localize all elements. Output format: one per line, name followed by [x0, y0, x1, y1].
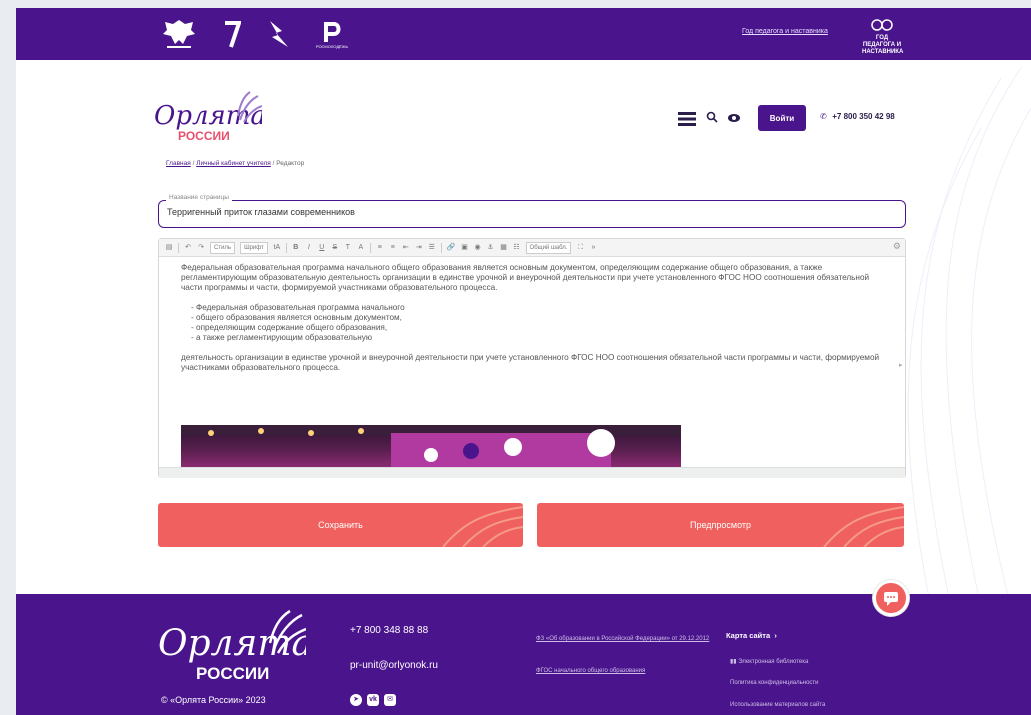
- sitemap-link[interactable]: Карта сайта ›: [726, 631, 777, 640]
- search-icon[interactable]: [706, 111, 718, 123]
- footer-logo-line2: РОССИИ: [196, 664, 269, 683]
- footer-phone[interactable]: +7 800 348 88 88: [350, 625, 428, 636]
- media-icon[interactable]: ◉: [474, 243, 482, 253]
- vk-icon[interactable]: vk: [367, 694, 379, 706]
- mail-icon[interactable]: ✉: [384, 694, 396, 706]
- eye-icon[interactable]: [727, 112, 741, 124]
- r-letter-icon: [324, 21, 341, 42]
- logo-line2: РОССИИ: [178, 129, 230, 143]
- telegram-icon[interactable]: ➤: [350, 694, 362, 706]
- eagle-emblem-icon: [163, 20, 195, 48]
- breadcrumb-cabinet[interactable]: Личный кабинет учителя: [196, 160, 271, 167]
- button-feather-decoration: [442, 506, 523, 547]
- footer-law-link[interactable]: ФЗ «Об образовании в Российской Федераци…: [536, 636, 709, 642]
- bullet-list-icon[interactable]: ≡: [389, 243, 397, 253]
- page-title-field[interactable]: [158, 200, 906, 228]
- header-phone-number: +7 800 350 42 98: [832, 112, 895, 121]
- editor-content[interactable]: Федеральная образовательная программа на…: [181, 263, 881, 373]
- breadcrumb: Главная / Личный кабинет учителя / Редак…: [166, 160, 305, 167]
- footer-fgos-link[interactable]: ФГОС начального общего образования: [536, 668, 645, 674]
- preview-button-label: Предпросмотр: [689, 520, 752, 530]
- list-item: определяющим содержание общего образован…: [191, 323, 881, 333]
- code-icon[interactable]: »: [589, 243, 597, 253]
- page-title-label: Название страницы: [166, 194, 232, 201]
- content-list: Федеральная образовательная программа на…: [181, 303, 881, 343]
- list-item: общего образования является основным док…: [191, 313, 881, 323]
- eagle-emblem-logo[interactable]: [156, 16, 202, 52]
- list-item: Федеральная образовательная программа на…: [191, 303, 881, 313]
- indent-icon[interactable]: ⇥: [415, 243, 423, 253]
- teacher-year-brand-text: ГОД ПЕДАГОГА И НАСТАВНИКА: [862, 35, 904, 55]
- header-phone[interactable]: ✆ +7 800 350 42 98: [820, 112, 895, 121]
- top-bar: РОСМОЛОДЁЖЬ Год педагога и наставника ГО…: [16, 8, 1031, 60]
- link-icon[interactable]: 🔗: [447, 243, 456, 253]
- list-item: а также регламентирующим образовательную: [191, 333, 881, 343]
- font-size-icon[interactable]: tA: [273, 243, 281, 253]
- outdent-icon[interactable]: ⇤: [402, 243, 410, 253]
- undo-icon[interactable]: ↶: [184, 243, 192, 253]
- chevron-right-icon: ›: [772, 631, 777, 640]
- rosmolodezh-logo[interactable]: РОСМОЛОДЁЖЬ: [312, 16, 352, 52]
- redo-icon[interactable]: ↷: [197, 243, 205, 253]
- rich-text-editor[interactable]: ▤ ↶ ↷ Стиль Шрифт tA B I U S T A ≡ ≡ ⇤ ⇥…: [158, 238, 906, 478]
- footer-logo[interactable]: Орлята РОССИИ: [156, 609, 306, 689]
- menu-icon[interactable]: [678, 112, 696, 126]
- materials-link[interactable]: Использование материалов сайта: [730, 702, 825, 708]
- seven-icon: [225, 21, 241, 48]
- breadcrumb-current: Редактор: [276, 160, 305, 167]
- logo-line1: Орлята: [154, 101, 262, 131]
- seven-logo[interactable]: [222, 16, 242, 52]
- page: РОСМОЛОДЁЖЬ Год педагога и наставника ГО…: [16, 8, 1031, 715]
- library-link-label: Электронная библиотека: [738, 659, 809, 665]
- stage-photo-illustration: [181, 425, 681, 467]
- fullscreen-icon[interactable]: ⛶: [576, 243, 584, 253]
- image-icon[interactable]: ▣: [461, 243, 469, 253]
- editor-statusbar[interactable]: [159, 467, 905, 478]
- template-select[interactable]: Общий шабл.: [525, 241, 572, 254]
- content-paragraph: деятельность организации в единстве уроч…: [181, 353, 880, 372]
- numbered-list-icon[interactable]: ≡: [376, 243, 384, 253]
- preview-button[interactable]: Предпросмотр: [537, 503, 904, 547]
- breadcrumb-home[interactable]: Главная: [166, 160, 191, 167]
- bold-icon[interactable]: B: [292, 243, 300, 253]
- page-title-input[interactable]: [167, 207, 887, 217]
- bird-icon: [270, 21, 288, 47]
- content-paragraph: Федеральная образовательная программа на…: [181, 263, 870, 292]
- privacy-link[interactable]: Политика конфиденциальности: [730, 680, 819, 686]
- editor-toolbar: ▤ ↶ ↷ Стиль Шрифт tA B I U S T A ≡ ≡ ⇤ ⇥…: [159, 239, 905, 257]
- sitemap-label: Карта сайта: [726, 631, 771, 640]
- teacher-year-brand[interactable]: ГОД ПЕДАГОГА И НАСТАВНИКА: [862, 18, 903, 55]
- bird-logo[interactable]: [264, 16, 294, 52]
- year-2023-icon: [871, 19, 893, 31]
- font-select[interactable]: Шрифт: [240, 241, 268, 254]
- align-icon[interactable]: ☰: [428, 243, 436, 253]
- anchor-icon[interactable]: ⚓: [487, 243, 495, 253]
- orlyata-logo[interactable]: Орлята РОССИИ: [152, 90, 262, 148]
- style-select[interactable]: Стиль: [210, 241, 236, 254]
- editor-scrollbar[interactable]: ▸: [899, 361, 903, 369]
- login-button[interactable]: Войти: [758, 105, 806, 131]
- clear-format-icon[interactable]: T: [344, 243, 352, 253]
- teacher-year-link[interactable]: Год педагога и наставника: [742, 28, 828, 35]
- table-icon[interactable]: ▦: [500, 243, 508, 253]
- phone-icon: ✆: [820, 112, 827, 121]
- library-link[interactable]: ▮▮ Электронная библиотека: [730, 658, 808, 665]
- content-photo[interactable]: [181, 425, 681, 467]
- source-icon[interactable]: ▤: [165, 243, 173, 253]
- text-color-icon[interactable]: A: [357, 243, 365, 253]
- template-icon[interactable]: ☷: [513, 243, 521, 253]
- footer-email[interactable]: pr-unit@orlyonok.ru: [350, 660, 438, 671]
- strike-icon[interactable]: S: [331, 243, 339, 253]
- italic-icon[interactable]: I: [305, 243, 313, 253]
- social-links: ➤ vk ✉: [350, 694, 396, 706]
- underline-icon[interactable]: U: [318, 243, 326, 253]
- save-button[interactable]: Сохранить: [158, 503, 523, 547]
- chat-icon: [884, 592, 898, 606]
- save-button-label: Сохранить: [318, 520, 363, 530]
- gear-icon[interactable]: ⚙: [893, 241, 901, 252]
- book-icon: ▮▮: [730, 659, 737, 665]
- button-feather-decoration: [823, 506, 904, 547]
- copyright: © «Орлята России» 2023: [161, 695, 266, 705]
- chat-button[interactable]: [873, 580, 909, 616]
